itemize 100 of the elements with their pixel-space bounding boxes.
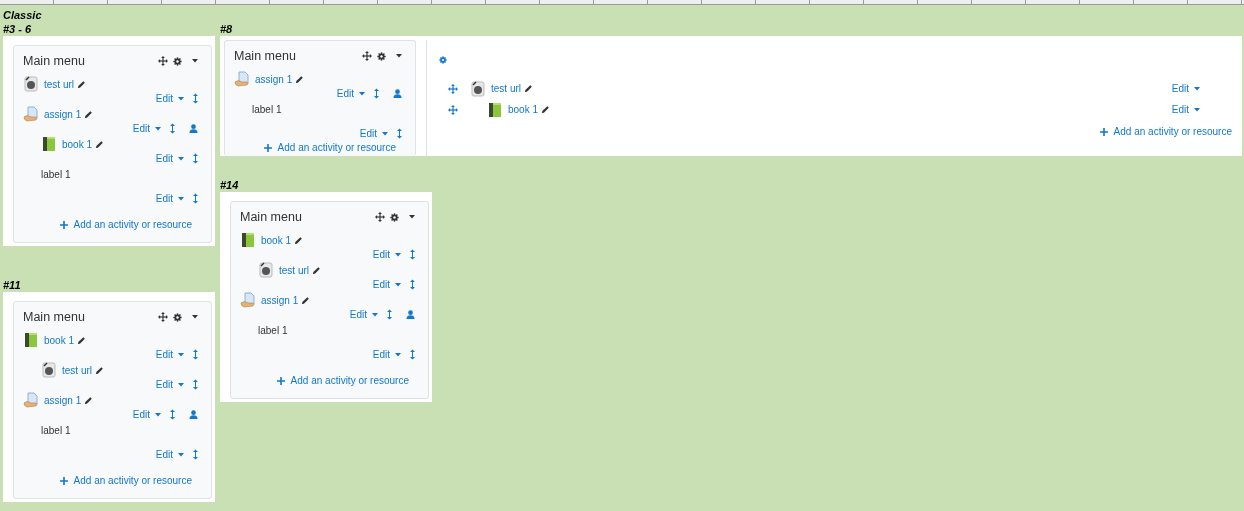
edit-menu[interactable]: Edit [372, 349, 401, 360]
add-activity-link[interactable]: Add an activity or resource [59, 219, 192, 230]
move-icon[interactable] [375, 212, 385, 222]
block-title: Main menu [240, 210, 302, 224]
label-text: label 1 [40, 424, 71, 436]
caret-icon [395, 252, 401, 257]
activity-link[interactable]: book 1 [44, 334, 75, 346]
settings-icon[interactable] [173, 312, 182, 322]
section-label: #3 - 6 [3, 22, 33, 36]
activity-link[interactable]: test url [279, 264, 309, 276]
pencil-icon[interactable] [84, 395, 94, 405]
block-title: Main menu [234, 49, 296, 63]
activity-link[interactable]: test url [44, 78, 74, 90]
edit-menu[interactable]: Edit [372, 279, 401, 290]
pencil-icon[interactable] [84, 109, 94, 119]
activity-link[interactable]: assign 1 [261, 294, 299, 306]
activity-link[interactable]: assign 1 [255, 73, 293, 85]
book-icon [240, 232, 256, 248]
add-activity-link[interactable]: Add an activity or resource [263, 142, 396, 153]
pencil-icon[interactable] [77, 79, 86, 89]
add-activity-link[interactable]: Add an activity or resource [276, 375, 409, 386]
activity-link[interactable]: book 1 [62, 138, 93, 150]
user-icon[interactable] [406, 310, 415, 319]
activity-link[interactable]: book 1 [261, 234, 292, 246]
activity-link[interactable]: assign 1 [44, 394, 82, 406]
book-icon [23, 332, 39, 348]
move-vertical-icon[interactable] [410, 249, 415, 260]
caret-icon [1194, 107, 1200, 112]
move-vertical-icon[interactable] [193, 379, 198, 390]
edit-menu[interactable]: Edit [359, 128, 388, 139]
section-label: #14 [220, 178, 240, 192]
move-vertical-icon[interactable] [193, 349, 198, 360]
move-icon[interactable] [158, 56, 168, 66]
caret-icon [372, 312, 378, 317]
move-vertical-icon[interactable] [193, 153, 198, 164]
pencil-icon[interactable] [541, 105, 551, 114]
edit-menu[interactable]: Edit [155, 193, 184, 204]
user-icon[interactable] [189, 410, 198, 419]
caret-icon [178, 452, 184, 457]
pencil-icon[interactable] [294, 235, 304, 245]
move-vertical-icon[interactable] [193, 449, 198, 460]
caret-icon [1194, 86, 1200, 91]
settings-icon[interactable] [173, 56, 182, 66]
move-vertical-icon[interactable] [170, 409, 175, 420]
pencil-icon[interactable] [524, 84, 533, 93]
move-icon[interactable] [362, 51, 372, 61]
activity-link[interactable]: assign 1 [44, 108, 82, 120]
edit-menu[interactable]: Edit [155, 379, 184, 390]
caret-icon [192, 315, 198, 319]
activity-link[interactable]: test url [62, 364, 92, 376]
caret-icon [178, 352, 184, 357]
edit-menu[interactable]: Edit [155, 449, 184, 460]
user-icon[interactable] [393, 89, 402, 98]
section-label: #11 [3, 278, 22, 292]
pencil-icon[interactable] [95, 139, 105, 149]
move-vertical-icon[interactable] [170, 123, 175, 134]
assignment-icon [23, 106, 39, 122]
add-activity-link[interactable]: Add an activity or resource [59, 475, 192, 486]
edit-menu[interactable]: Edit [155, 349, 184, 360]
label-text: label 1 [257, 324, 288, 336]
move-icon[interactable] [158, 312, 168, 322]
edit-menu[interactable]: Edit [372, 249, 401, 260]
edit-menu[interactable]: Edit [155, 93, 184, 104]
pencil-icon[interactable] [312, 265, 321, 275]
plus-icon [59, 476, 68, 485]
move-vertical-icon[interactable] [193, 193, 198, 204]
pencil-icon[interactable] [301, 295, 311, 305]
caret-icon [382, 131, 388, 136]
edit-menu[interactable]: Edit [349, 309, 378, 320]
assignment-icon [234, 71, 250, 87]
settings-icon[interactable] [377, 51, 386, 61]
edit-menu[interactable]: Edit [155, 153, 184, 164]
edit-menu[interactable]: Edit [132, 123, 161, 134]
plus-icon [276, 376, 285, 385]
caret-icon [395, 282, 401, 287]
settings-icon[interactable] [390, 212, 399, 222]
caret-icon [395, 352, 401, 357]
move-vertical-icon[interactable] [397, 128, 402, 139]
user-icon[interactable] [189, 124, 198, 133]
edit-menu[interactable]: Edit [1171, 83, 1200, 94]
activity-link[interactable]: book 1 [508, 104, 539, 115]
add-activity-link[interactable]: Add an activity or resource [1099, 126, 1232, 137]
plus-icon [59, 220, 68, 229]
edit-menu[interactable]: Edit [1171, 104, 1200, 115]
move-vertical-icon[interactable] [410, 349, 415, 360]
caret-icon [192, 59, 198, 63]
pencil-icon[interactable] [295, 74, 305, 84]
edit-menu[interactable]: Edit [336, 88, 365, 99]
move-vertical-icon[interactable] [193, 93, 198, 104]
move-vertical-icon[interactable] [410, 279, 415, 290]
assignment-icon [23, 392, 39, 408]
activity-link[interactable]: test url [491, 83, 521, 94]
pencil-icon[interactable] [77, 335, 87, 345]
move-vertical-icon[interactable] [374, 88, 379, 99]
caret-icon [178, 156, 184, 161]
label-text: label 1 [40, 168, 71, 180]
move-vertical-icon[interactable] [387, 309, 392, 320]
edit-menu[interactable]: Edit [132, 409, 161, 420]
globe-page-icon [258, 262, 274, 278]
pencil-icon[interactable] [95, 365, 104, 375]
